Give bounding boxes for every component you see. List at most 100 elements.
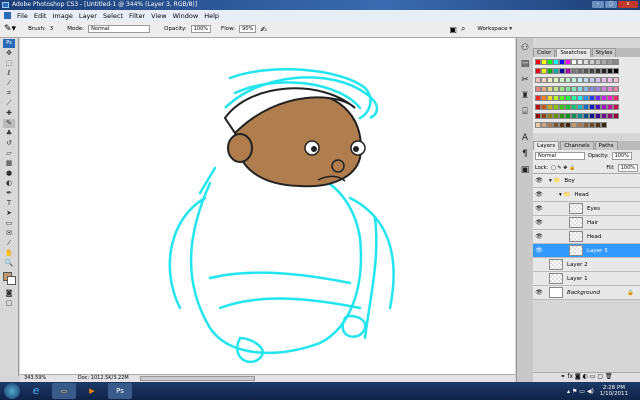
eraser-tool-icon[interactable]: ▱ [3, 149, 15, 158]
maximize-button[interactable]: □ [605, 1, 617, 8]
slice-tool-icon[interactable]: ⟋ [3, 99, 15, 108]
menu-view[interactable]: View [151, 12, 166, 20]
stamp-tool-icon[interactable]: ♣ [3, 129, 15, 138]
color-swatch[interactable] [613, 104, 619, 110]
media-player-icon[interactable]: ▶ [80, 383, 104, 399]
ie-icon[interactable]: e [24, 383, 48, 399]
zoom-tool-icon[interactable]: 🔍 [3, 259, 15, 268]
layer-row[interactable]: 👁 ▾ 📁 Boy [533, 174, 640, 188]
hand-tool-icon[interactable]: ✋ [3, 249, 15, 258]
menu-filter[interactable]: Filter [129, 12, 145, 20]
layer-row[interactable]: 👁 Background 🔒 [533, 286, 640, 300]
layer-row[interactable]: 👁 Head [533, 230, 640, 244]
layer-row[interactable]: 👁 Hair [533, 216, 640, 230]
doc-size[interactable]: Doc: 1012.5K/3.22M [78, 375, 129, 381]
folder-icon[interactable]: ▾ 📁 [549, 178, 560, 184]
layer-opacity-input[interactable]: 100% [611, 152, 632, 160]
mode-select[interactable]: Normal [88, 25, 151, 33]
zoom-level[interactable]: 343.59% [24, 375, 46, 381]
color-swatch[interactable] [613, 113, 619, 119]
workspace-button[interactable]: Workspace ▾ [477, 26, 512, 32]
layer-row[interactable]: 👁 Layer 3 [533, 244, 640, 258]
navigator-icon[interactable]: ⚇ [519, 42, 531, 54]
close-button[interactable]: x [618, 1, 638, 8]
visibility-eye-icon[interactable]: 👁 [533, 205, 545, 212]
brush-tool-icon[interactable]: ✎▾ [4, 24, 16, 34]
tab-layers[interactable]: Layers [533, 141, 560, 150]
bridge-icon[interactable]: ▣ [449, 25, 457, 34]
horizontal-scrollbar[interactable] [140, 376, 255, 381]
explorer-icon[interactable]: ▭ [52, 383, 76, 399]
zoom-browse-icon[interactable]: ⌕ [461, 24, 465, 34]
color-swatch[interactable] [613, 77, 619, 83]
menu-image[interactable]: Image [52, 12, 72, 20]
menu-file[interactable]: File [17, 12, 28, 20]
path-select-icon[interactable]: ➤ [3, 209, 15, 218]
lasso-tool-icon[interactable]: ℓ [3, 69, 15, 78]
visibility-eye-icon[interactable]: 👁 [533, 177, 545, 184]
menu-select[interactable]: Select [103, 12, 123, 20]
layer-actions-bar[interactable]: ⚭ fx ◙ ◐ ▭ ▢ 🗑 [533, 372, 640, 382]
clock-date[interactable]: 1/10/2011 [600, 391, 628, 397]
visibility-eye-icon[interactable]: 👁 [533, 233, 545, 240]
move-tool-icon[interactable]: ✥ [3, 49, 15, 58]
histogram-icon[interactable]: ▤ [519, 58, 531, 70]
document-canvas[interactable] [20, 38, 515, 374]
folder-icon[interactable]: ▾ 📁 [559, 192, 570, 198]
minimize-button[interactable]: – [592, 1, 604, 8]
type-tool-icon[interactable]: T [3, 199, 15, 208]
opacity-input[interactable]: 100% [190, 25, 212, 33]
tab-swatches[interactable]: Swatches [556, 48, 591, 57]
menu-layer[interactable]: Layer [79, 12, 97, 20]
menu-window[interactable]: Window [173, 12, 199, 20]
tray-icons[interactable]: ▴ ⚑ ▭ ◀) [567, 388, 594, 395]
clone-source-icon[interactable]: ⌸ [519, 106, 531, 118]
brush-size-picker[interactable]: 3 [50, 26, 54, 32]
healing-tool-icon[interactable]: ✚ [3, 109, 15, 118]
color-swatch[interactable] [601, 122, 607, 128]
dodge-tool-icon[interactable]: ◐ [3, 179, 15, 188]
brushes-icon[interactable]: ♜ [519, 90, 531, 102]
layer-row[interactable]: 👁 ▾ 📁 Head [533, 188, 640, 202]
swatches-grid[interactable] [533, 57, 640, 133]
color-swatch[interactable] [613, 59, 619, 65]
gradient-tool-icon[interactable]: ▦ [3, 159, 15, 168]
blend-mode-select[interactable]: Normal [535, 152, 585, 160]
visibility-eye-icon[interactable]: 👁 [533, 247, 545, 254]
magic-wand-icon[interactable]: ⁄ [3, 79, 15, 88]
photoshop-taskbar-button[interactable]: Ps [108, 383, 132, 399]
menu-help[interactable]: Help [204, 12, 219, 20]
layer-row[interactable]: 👁 Eyes [533, 202, 640, 216]
flow-input[interactable]: 90% [239, 25, 257, 33]
tools-presets-icon[interactable]: ✂ [519, 74, 531, 86]
character-icon[interactable]: A [519, 132, 531, 144]
lock-icons[interactable]: ▢ ✎ ✥ 🔒 [551, 165, 575, 171]
quick-mask-icon[interactable]: ◙ [3, 289, 15, 298]
color-swatch[interactable] [613, 68, 619, 74]
fill-input[interactable]: 100% [617, 163, 638, 172]
crop-tool-icon[interactable]: ⌗ [3, 89, 15, 98]
pen-tool-icon[interactable]: ✒ [3, 189, 15, 198]
tab-color[interactable]: Color [533, 48, 556, 57]
color-swatch[interactable] [613, 95, 619, 101]
screen-mode-icon[interactable]: ▢ [3, 299, 15, 308]
start-button[interactable] [4, 383, 20, 399]
history-brush-icon[interactable]: ↺ [3, 139, 15, 148]
visibility-eye-icon[interactable]: 👁 [533, 191, 545, 198]
brush-tool-icon[interactable]: ✎ [3, 119, 15, 128]
layer-row[interactable]: Layer 2 [533, 258, 640, 272]
notes-tool-icon[interactable]: ✉ [3, 229, 15, 238]
marquee-tool-icon[interactable]: ⬚ [3, 59, 15, 68]
layer-comps-icon[interactable]: ▣ [519, 164, 531, 176]
color-swatch[interactable] [613, 86, 619, 92]
tab-styles[interactable]: Styles [591, 48, 617, 57]
visibility-eye-icon[interactable]: 👁 [533, 289, 545, 296]
tab-paths[interactable]: Paths [594, 141, 618, 150]
tab-channels[interactable]: Channels [560, 141, 594, 150]
paragraph-icon[interactable]: ¶ [519, 148, 531, 160]
menu-edit[interactable]: Edit [34, 12, 47, 20]
background-color-swatch[interactable] [7, 276, 16, 285]
shape-tool-icon[interactable]: ▭ [3, 219, 15, 228]
visibility-eye-icon[interactable]: 👁 [533, 219, 545, 226]
blur-tool-icon[interactable]: ● [3, 169, 15, 178]
